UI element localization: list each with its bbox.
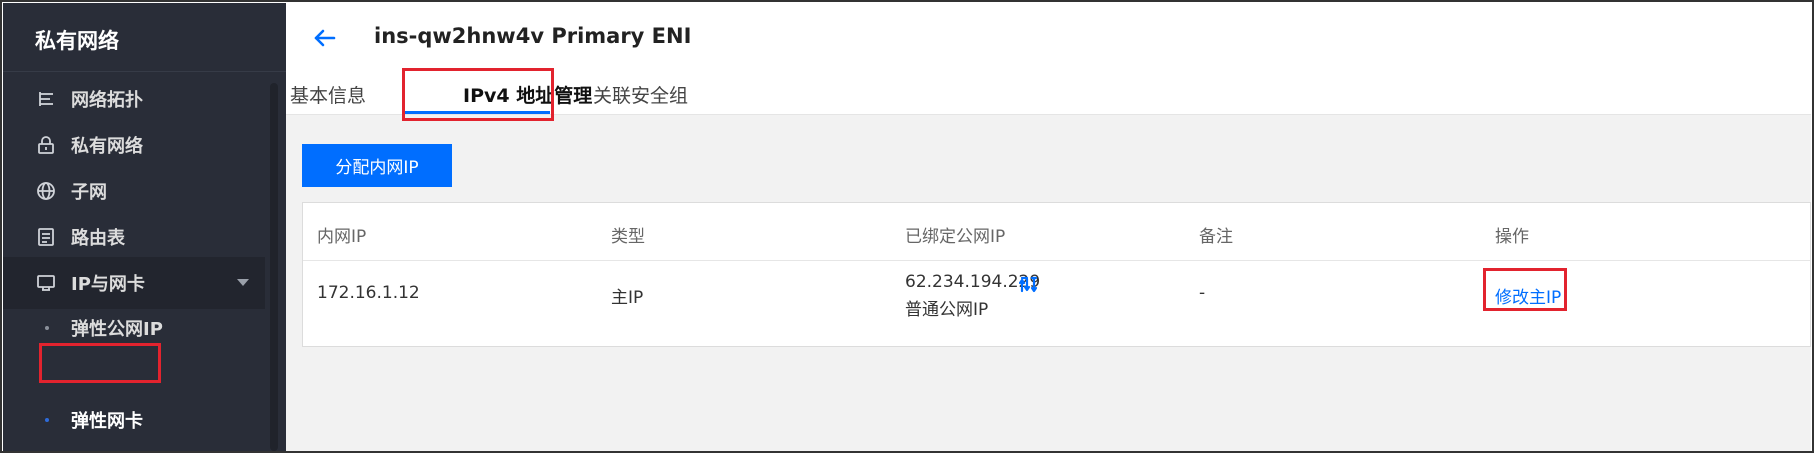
sidebar-subitem-label: 弹性网卡 xyxy=(71,411,143,432)
sidebar-item-vpc[interactable]: 私有网络 xyxy=(3,119,265,171)
main-content: ins-qw2hnw4v Primary ENI 基本信息 IPv4 地址管理 … xyxy=(286,3,1811,451)
back-arrow-icon[interactable] xyxy=(312,25,338,51)
bullet-icon xyxy=(45,326,49,330)
sidebar-scrollbar[interactable] xyxy=(270,83,278,451)
sidebar-subitem-label: 弹性公网IP xyxy=(71,319,163,340)
remark-cell: - xyxy=(1199,283,1206,303)
lock-icon xyxy=(35,134,57,156)
sidebar-item-label: 网络拓扑 xyxy=(71,90,143,111)
sidebar-item-subnet[interactable]: 子网 xyxy=(3,165,265,217)
table-header-row: 内网IP 类型 已绑定公网IP 备注 操作 xyxy=(303,203,1810,261)
tab-basic-info[interactable]: 基本信息 xyxy=(290,81,366,108)
ip-table: 内网IP 类型 已绑定公网IP 备注 操作 172.16.1.12 主IP 62… xyxy=(302,202,1811,347)
assign-private-ip-button[interactable]: 分配内网IP xyxy=(302,144,452,187)
column-header: 已绑定公网IP xyxy=(905,227,1006,247)
sidebar-item-route-table[interactable]: 路由表 xyxy=(3,211,265,263)
column-header: 备注 xyxy=(1199,227,1233,247)
private-ip-cell: 172.16.1.12 xyxy=(317,283,420,303)
sidebar-item-label: 私有网络 xyxy=(71,136,143,157)
highlight-box-tab xyxy=(402,68,554,121)
swap-icon[interactable] xyxy=(1019,274,1039,294)
page-header: ins-qw2hnw4v Primary ENI 基本信息 IPv4 地址管理 … xyxy=(286,3,1811,121)
chevron-down-icon[interactable] xyxy=(237,279,249,286)
sidebar-title: 私有网络 xyxy=(35,29,119,53)
highlight-box-action xyxy=(1483,268,1567,311)
column-header: 类型 xyxy=(611,227,645,247)
sidebar: 私有网络 网络拓扑 私有网络 子网 路由表 IP与网卡 弹性公网IP 弹性网卡 xyxy=(3,3,286,451)
sidebar-item-label: 路由表 xyxy=(71,228,125,249)
sidebar-subitem-eni[interactable]: 弹性网卡 xyxy=(3,396,265,444)
page-title: ins-qw2hnw4v Primary ENI xyxy=(374,24,692,48)
ip-type-cell: 主IP xyxy=(611,288,644,308)
sidebar-item-label: 子网 xyxy=(71,182,107,203)
column-header: 操作 xyxy=(1495,227,1529,247)
topology-icon xyxy=(35,88,57,110)
globe-icon xyxy=(35,180,57,202)
public-ip-type-cell: 普通公网IP xyxy=(905,300,989,320)
sidebar-item-label: IP与网卡 xyxy=(71,274,145,295)
sidebar-item-topology[interactable]: 网络拓扑 xyxy=(3,73,265,125)
ip-nic-icon xyxy=(35,272,57,294)
highlight-box-eni xyxy=(39,343,161,383)
bullet-icon xyxy=(45,418,49,422)
tab-security-group[interactable]: 关联安全组 xyxy=(593,81,688,108)
route-table-icon xyxy=(35,226,57,248)
sidebar-item-ip-nic[interactable]: IP与网卡 xyxy=(3,257,265,309)
sidebar-divider xyxy=(3,71,286,72)
column-header: 内网IP xyxy=(317,227,367,247)
